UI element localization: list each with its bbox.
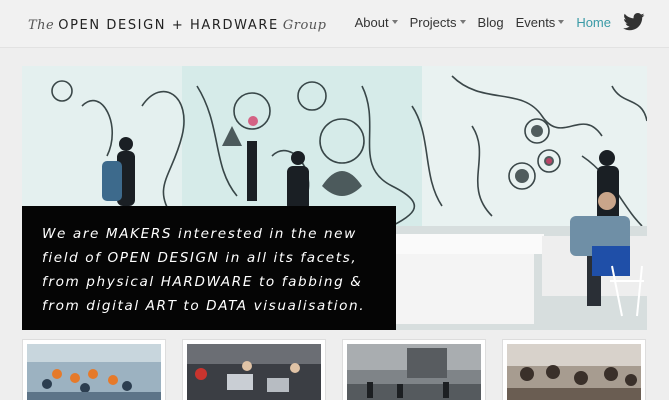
site-logo[interactable]: The OPEN DESIGN + HARDWARE Group: [28, 18, 326, 38]
tagline-line-1: We are MAKERS interested in the new: [42, 226, 357, 242]
chevron-down-icon: [459, 20, 466, 24]
twitter-bird-icon: [623, 13, 645, 31]
brand-name: OPEN DESIGN + HARDWARE: [58, 18, 279, 33]
top-navbar: The OPEN DESIGN + HARDWARE Group About P…: [0, 0, 669, 48]
hero-banner: We are MAKERS interested in the new fiel…: [22, 66, 647, 330]
tagline-line-4: from digital ART to DATA visualisation.: [42, 298, 366, 314]
nav-about[interactable]: About: [355, 15, 398, 30]
tagline-line-3: from physical HARDWARE to fabbing &: [42, 274, 363, 290]
tagline-line-2: field of OPEN DESIGN in all its facets,: [42, 250, 358, 266]
main-nav: About Projects Blog Events Home: [343, 10, 645, 34]
nav-home[interactable]: Home: [576, 15, 611, 30]
thumbnail-1[interactable]: [22, 339, 166, 400]
thumbnail-2[interactable]: [182, 339, 326, 400]
nav-projects-label: Projects: [409, 14, 457, 30]
nav-blog[interactable]: Blog: [478, 15, 504, 30]
thumbnail-row: [22, 339, 647, 400]
chevron-down-icon: [558, 20, 565, 24]
chevron-down-icon: [391, 20, 398, 24]
thumbnail-image: [347, 344, 481, 400]
nav-projects[interactable]: Projects: [410, 15, 466, 30]
thumbnail-image: [27, 344, 161, 400]
hero-tagline-box: We are MAKERS interested in the new fiel…: [22, 206, 396, 330]
nav-home-label: Home: [576, 14, 611, 30]
thumbnail-image: [507, 344, 641, 400]
thumbnail-4[interactable]: [502, 339, 646, 400]
nav-events-label: Events: [515, 14, 556, 30]
thumbnail-3[interactable]: [342, 339, 486, 400]
brand-prefix: The: [28, 18, 55, 33]
brand-suffix: Group: [282, 18, 327, 33]
twitter-link[interactable]: [623, 13, 645, 31]
thumbnail-image: [187, 344, 321, 400]
nav-events[interactable]: Events: [516, 15, 565, 30]
nav-blog-label: Blog: [477, 14, 504, 30]
nav-about-label: About: [354, 14, 389, 30]
